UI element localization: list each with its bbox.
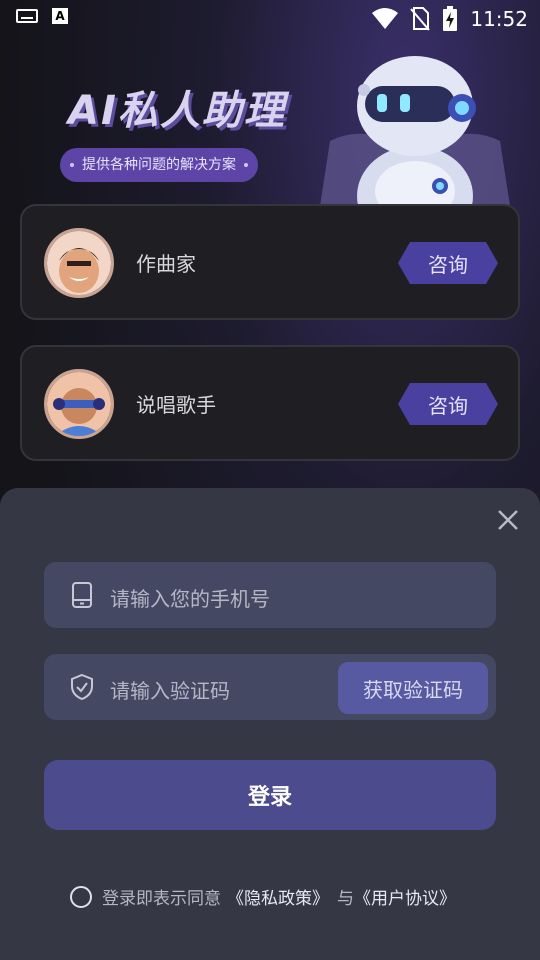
phone-input[interactable]: 请输入您的手机号 <box>110 583 270 612</box>
assistant-name: 作曲家 <box>136 252 196 276</box>
status-right: 11:52 <box>372 6 528 32</box>
banner-title: AI私人助理 <box>68 88 286 134</box>
consult-button-composer[interactable]: 咨询 <box>398 242 498 284</box>
avatar-composer <box>44 228 114 298</box>
phone-field[interactable]: 请输入您的手机号 <box>44 562 496 628</box>
robot-illustration <box>320 56 510 206</box>
user-agreement-link[interactable]: 《用户协议》 <box>354 884 456 909</box>
agreement-prefix: 登录即表示同意 <box>102 889 221 909</box>
keyboard-icon <box>16 9 38 23</box>
clock: 11:52 <box>470 7 528 31</box>
shield-check-icon <box>71 673 93 701</box>
privacy-policy-link[interactable]: 《隐私政策》 <box>227 884 329 909</box>
agreement-row: 登录即表示同意 《隐私政策》 与 《用户协议》 <box>70 884 456 909</box>
consult-button-rapper[interactable]: 咨询 <box>398 383 498 425</box>
assistant-card-rapper[interactable]: 说唱歌手 咨询 <box>20 345 520 461</box>
assistant-card-composer[interactable]: 作曲家 咨询 <box>20 204 520 320</box>
banner-subtitle: 提供各种问题的解决方案 <box>60 148 258 182</box>
a-app-icon: A <box>52 8 68 24</box>
app-screen: A 11:52 AI私人助理 提供各种问题的解决方案 作曲家 咨询 说唱歌手 咨… <box>0 0 540 960</box>
verification-code-field[interactable]: 请输入验证码 获取验证码 <box>44 654 496 720</box>
battery-charging-icon <box>443 6 458 31</box>
status-bar: A 11:52 <box>0 0 540 36</box>
phone-icon <box>72 582 92 608</box>
assistant-name: 说唱歌手 <box>136 393 216 417</box>
login-sheet: 请输入您的手机号 请输入验证码 获取验证码 登录 登录即表示同意 《隐私政策》 … <box>0 488 540 960</box>
wifi-icon <box>372 8 399 29</box>
get-code-button[interactable]: 获取验证码 <box>338 662 488 714</box>
avatar-rapper <box>44 369 114 439</box>
agreement-connector: 与 <box>337 889 354 909</box>
login-button[interactable]: 登录 <box>44 760 496 830</box>
verification-code-input[interactable]: 请输入验证码 <box>110 675 230 704</box>
no-sim-icon <box>410 7 431 31</box>
status-left: A <box>16 8 68 24</box>
agreement-radio[interactable] <box>70 885 92 908</box>
close-icon[interactable] <box>496 508 520 532</box>
